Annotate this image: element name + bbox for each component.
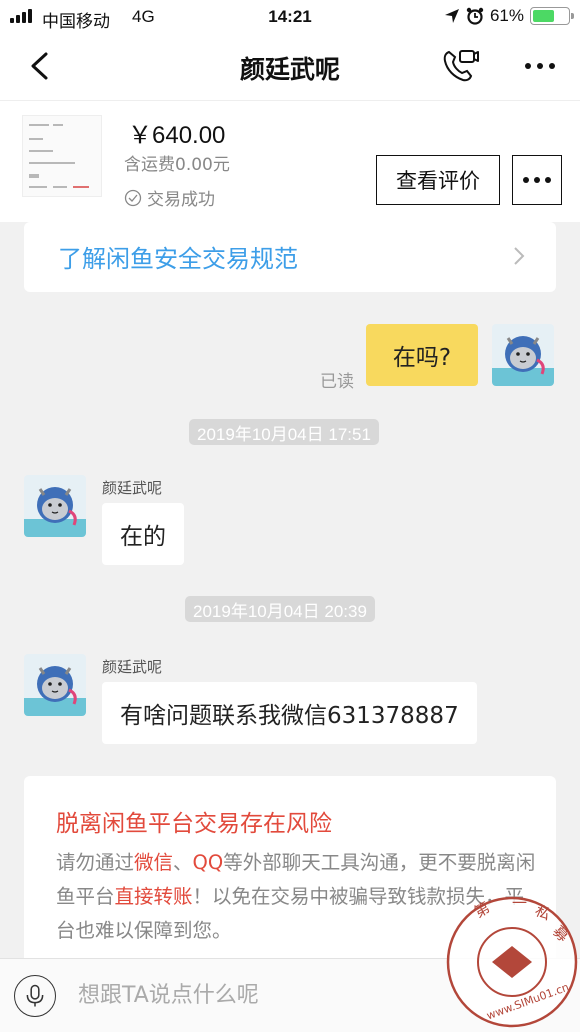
sender-name: 颜廷武呢 [102, 658, 163, 676]
seal-avatar-icon [492, 324, 554, 386]
product-price: ￥640.00 [128, 122, 226, 149]
message-timestamp: 2019年10月04日 20:39 [185, 596, 375, 622]
my-avatar[interactable] [492, 324, 554, 386]
seal-avatar-icon [24, 475, 86, 537]
message-input[interactable] [78, 973, 478, 1017]
message-bubble-in[interactable]: 有啥问题联系我微信631378887 [102, 682, 477, 744]
seal-avatar-icon [24, 654, 86, 716]
warning-highlight: QQ [192, 851, 224, 874]
risk-warning-title: 脱离闲鱼平台交易存在风险 [56, 811, 332, 837]
more-dots-icon[interactable] [520, 56, 560, 76]
watermark-seal: 第 一 私 募 www.SIMu01.cn [446, 894, 578, 1028]
microphone-icon[interactable] [14, 975, 56, 1017]
chevron-right-icon [514, 247, 525, 265]
product-thumbnail[interactable] [22, 115, 102, 197]
shipping-fee: 含运费0.00元 [124, 155, 230, 175]
sender-avatar[interactable] [24, 654, 86, 716]
location-arrow-icon [444, 9, 459, 23]
alarm-clock-icon [466, 7, 484, 25]
sender-avatar[interactable] [24, 475, 86, 537]
warning-highlight: 直接转账 [114, 885, 193, 908]
chat-title: 颜廷武呢 [239, 55, 340, 84]
svg-text:一: 一 [512, 894, 527, 912]
message-timestamp: 2019年10月04日 17:51 [189, 419, 379, 445]
trade-status-label: 交易成功 [147, 190, 215, 210]
status-bar: 中国移动 4G 14:21 61% [0, 0, 580, 34]
warning-highlight: 微信 [134, 851, 174, 874]
trade-status: 交易成功 [124, 185, 215, 210]
battery-icon [530, 7, 574, 25]
check-circle-icon [124, 189, 142, 206]
warning-text: 请勿通过 [56, 851, 135, 874]
message-bubble-in[interactable]: 在的 [102, 503, 184, 565]
warning-text: 、 [173, 851, 193, 874]
video-call-icon[interactable] [440, 46, 480, 86]
read-receipt: 已读 [320, 372, 354, 392]
message-bubble-out[interactable]: 在吗? [366, 324, 478, 386]
sender-name: 颜廷武呢 [102, 479, 163, 497]
product-summary: ￥640.00 含运费0.00元 交易成功 查看评价 [0, 100, 580, 222]
view-review-button[interactable]: 查看评价 [376, 155, 500, 205]
safety-guide-text: 了解闲鱼安全交易规范 [58, 245, 298, 273]
battery-percent: 61% [489, 6, 524, 25]
nav-bar: 颜廷武呢 [0, 34, 580, 100]
safety-guide-link[interactable]: 了解闲鱼安全交易规范 [24, 222, 556, 292]
product-more-button[interactable] [512, 155, 562, 205]
